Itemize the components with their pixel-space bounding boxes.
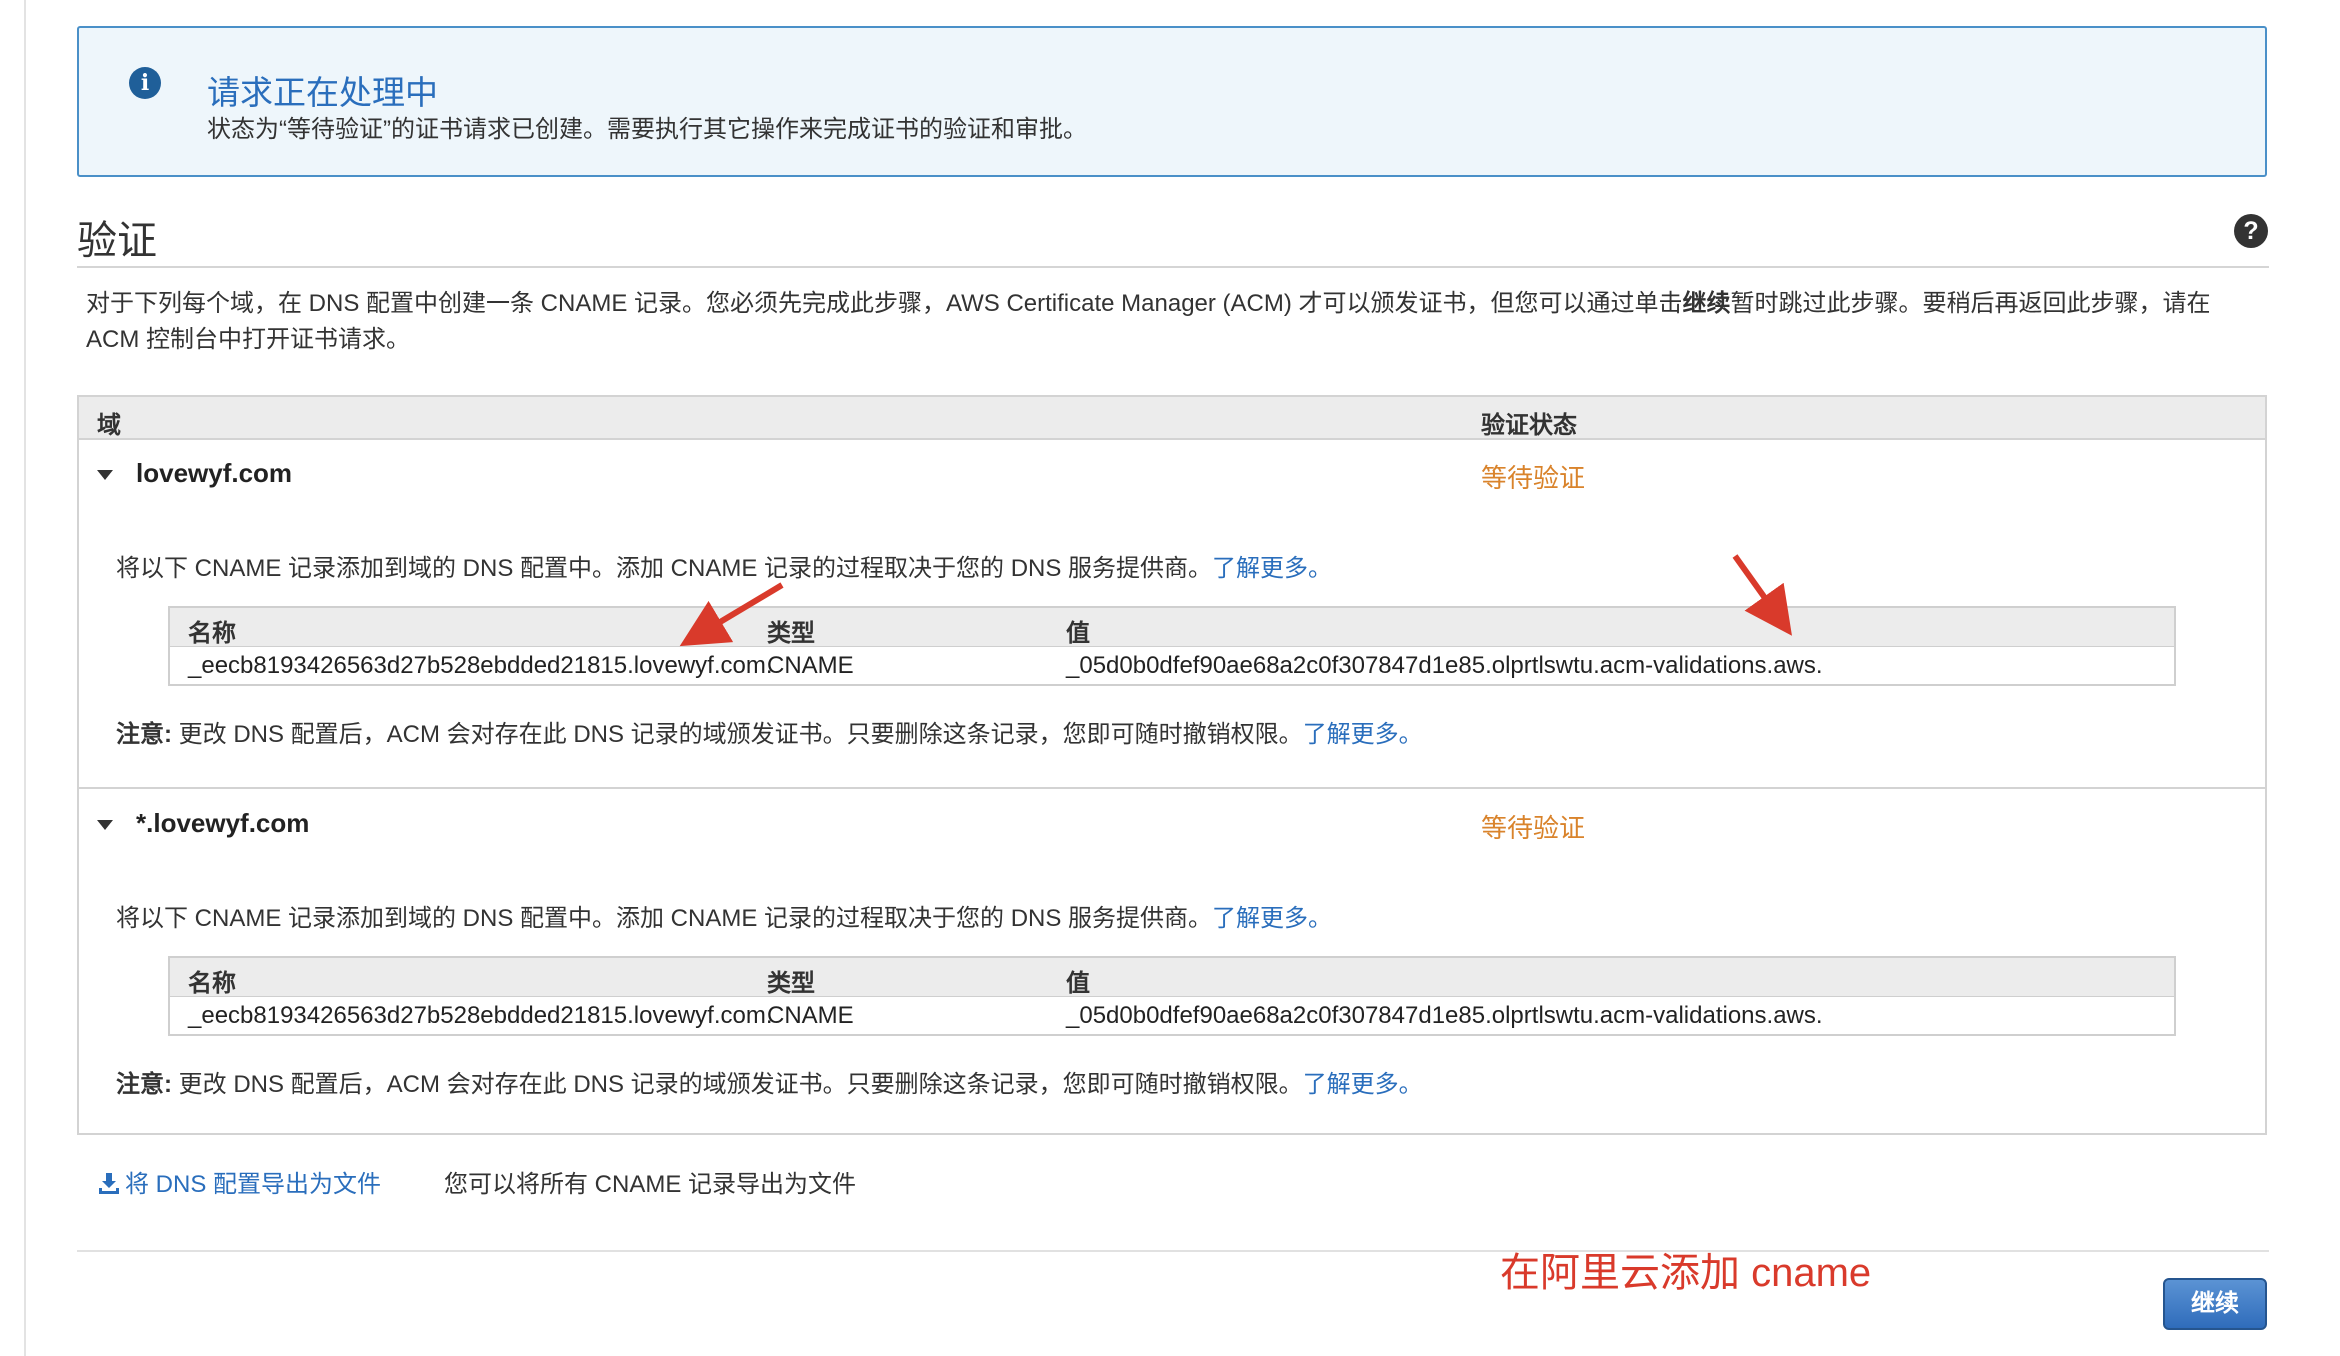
export-hint: 您可以将所有 CNAME 记录导出为文件 [444,1171,857,1198]
info-text: 状态为“等待验证”的证书请求已创建。需要执行其它操作来完成证书的验证和审批。 [207,116,1087,143]
continue-button[interactable]: 继续 [2163,1278,2267,1330]
column-status: 验证状态 [1481,412,1577,439]
column-type: 类型 [767,970,815,997]
cname-record-table: 名称 类型 值 _eecb8193426563d27b528ebdded2181… [168,606,2176,686]
domain-name[interactable]: *.lovewyf.com [136,808,309,839]
domain-name[interactable]: lovewyf.com [136,458,292,489]
record-value: _05d0b0dfef90ae68a2c0f307847d1e85.olprtl… [1066,652,1823,679]
column-domain: 域 [97,412,121,439]
info-title: 请求正在处理中 [207,74,438,111]
section-title: 验证 [77,219,157,263]
note-text: 注意: 更改 DNS 配置后，ACM 会对存在此 DNS 记录的域颁发证书。只要… [116,721,1423,748]
download-icon [99,1173,119,1194]
status-badge: 等待验证 [1481,813,1586,843]
domain-table-header: 域 验证状态 [79,397,2265,440]
left-divider [24,0,26,1356]
column-type: 类型 [767,620,815,647]
info-icon: i [129,67,161,99]
cname-record-table: 名称 类型 值 _eecb8193426563d27b528ebdded2181… [168,956,2176,1036]
status-badge: 等待验证 [1481,463,1586,493]
domain-description: 将以下 CNAME 记录添加到域的 DNS 配置中。添加 CNAME 记录的过程… [116,905,1333,932]
record-value: _05d0b0dfef90ae68a2c0f307847d1e85.olprtl… [1066,1002,1823,1029]
export-dns-link[interactable]: 将 DNS 配置导出为文件 [97,1164,381,1199]
note-text: 注意: 更改 DNS 配置后，ACM 会对存在此 DNS 记录的域颁发证书。只要… [116,1071,1423,1098]
column-name: 名称 [188,620,236,647]
record-name: _eecb8193426563d27b528ebdded21815.lovewy… [188,1002,773,1029]
record-type: CNAME [767,1002,854,1029]
learn-more-link[interactable]: 了解更多。 [1212,555,1332,582]
column-value: 值 [1066,970,1090,997]
intro-bold: 继续 [1682,290,1731,317]
column-name: 名称 [188,970,236,997]
learn-more-link[interactable]: 了解更多。 [1303,1071,1423,1098]
help-icon[interactable]: ? [2234,214,2268,248]
domain-description: 将以下 CNAME 记录添加到域的 DNS 配置中。添加 CNAME 记录的过程… [116,555,1333,582]
record-type: CNAME [767,652,854,679]
domain-row: lovewyf.com 等待验证 将以下 CNAME 记录添加到域的 DNS 配… [79,440,2265,789]
caret-down-icon[interactable] [97,470,113,480]
record-name: _eecb8193426563d27b528ebdded21815.lovewy… [188,652,773,679]
caret-down-icon[interactable] [97,820,113,830]
intro-text: 对于下列每个域，在 DNS 配置中创建一条 CNAME 记录。您必须先完成此步骤… [86,290,2211,353]
learn-more-link[interactable]: 了解更多。 [1303,721,1423,748]
section-divider [77,266,2269,268]
info-alert: i 请求正在处理中 状态为“等待验证”的证书请求已创建。需要执行其它操作来完成证… [77,26,2267,177]
domain-row: *.lovewyf.com 等待验证 将以下 CNAME 记录添加到域的 DNS… [79,790,2265,1137]
column-value: 值 [1066,620,1090,647]
domain-table: 域 验证状态 lovewyf.com 等待验证 将以下 CNAME 记录添加到域… [77,395,2267,1135]
annotation-text: 在阿里云添加 cname [1500,1251,1872,1295]
export-label: 将 DNS 配置导出为文件 [125,1171,382,1198]
bottom-divider [77,1250,2269,1252]
learn-more-link[interactable]: 了解更多。 [1212,905,1332,932]
